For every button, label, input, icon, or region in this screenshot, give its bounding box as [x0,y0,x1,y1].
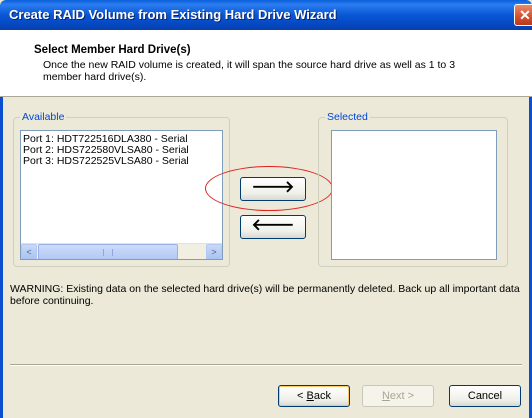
page-title: Select Member Hard Drive(s) [34,44,191,56]
back-access-key: B [306,390,314,402]
footer-divider [10,364,522,366]
scroll-right-button[interactable]: > [206,244,222,259]
warning-text: WARNING: Existing data on the selected h… [10,283,520,307]
selected-label: Selected [325,111,370,123]
highlight-annotation [205,166,333,211]
scroll-left-button[interactable]: < [21,244,37,259]
cancel-button[interactable]: Cancel [449,385,521,407]
available-group: Available Port 1: HDT722516DLA380 - Seri… [13,111,230,267]
remove-drive-button[interactable]: 🡐 [240,215,306,239]
arrow-left-icon: 🡐 [251,217,295,234]
close-button[interactable]: ✕ [514,4,532,26]
cancel-label: Cancel [467,390,503,402]
next-label-rest: ext > [389,390,415,402]
chevron-left-icon: < [26,247,32,257]
next-access-key: N [381,390,390,402]
selected-group: Selected [318,111,508,267]
horizontal-scrollbar[interactable]: < > [21,243,222,259]
grip-icon [103,249,113,256]
title-bar: Create RAID Volume from Existing Hard Dr… [0,0,532,30]
back-button[interactable]: < Back [278,385,350,407]
selected-listbox[interactable] [331,130,497,260]
back-prefix: < [297,390,307,402]
available-listbox[interactable]: Port 1: HDT722516DLA380 - Serial Port 2:… [20,130,223,260]
list-item[interactable]: Port 3: HDS722525VLSA80 - Serial [21,156,222,167]
scrollbar-thumb[interactable] [38,244,178,259]
back-label-rest: ack [313,390,331,402]
page-description: Once the new RAID volume is created, it … [43,59,456,83]
window-title: Create RAID Volume from Existing Hard Dr… [9,7,337,22]
available-list: Port 1: HDT722516DLA380 - Serial Port 2:… [21,131,222,167]
available-label: Available [20,111,67,123]
next-button[interactable]: Next > [362,385,434,407]
chevron-right-icon: > [211,247,217,257]
close-icon: ✕ [519,7,531,23]
wizard-header: Select Member Hard Drive(s) Once the new… [0,30,532,97]
